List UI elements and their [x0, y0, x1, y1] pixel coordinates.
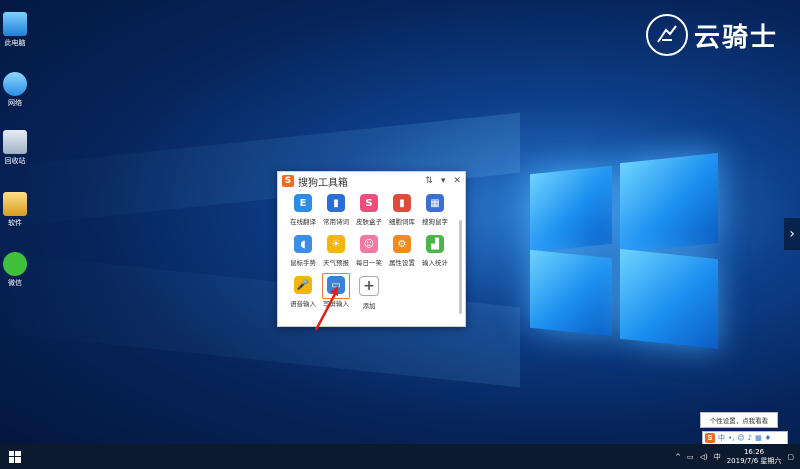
desktop-icon-label: 软件 — [8, 219, 22, 227]
bar-chart-icon: ▟ — [426, 235, 444, 253]
voice-icon[interactable]: ♪ — [748, 434, 752, 442]
toolbox-titlebar: S 搜狗工具箱 ⇅ ▾ ✕ — [278, 172, 465, 190]
calendar-icon: ▦ — [426, 194, 444, 212]
watermark-text: 云骑士 — [694, 22, 779, 53]
tool-book[interactable]: ▮ 常用诗词 — [319, 194, 353, 226]
computer-icon — [3, 12, 27, 36]
tool-calendar[interactable]: ▦ 搜狗鼠字 — [418, 194, 452, 226]
start-button[interactable] — [0, 444, 30, 469]
tool-dictionary[interactable]: ▮ 细胞词库 — [385, 194, 419, 226]
tool-label: 每日一笑 — [356, 259, 382, 267]
watermark-logo: 云骑士 — [646, 14, 778, 56]
skin-shirt-icon: S — [360, 194, 378, 212]
tool-label: 搜狗鼠字 — [422, 218, 448, 226]
desktop-icon-label: 网络 — [8, 99, 22, 107]
tool-sun[interactable]: ☀ 天气预报 — [319, 235, 353, 267]
desktop-icon-label: 回收站 — [4, 157, 26, 165]
scrollbar[interactable] — [459, 220, 462, 314]
translate-icon: E — [294, 194, 312, 212]
clock[interactable]: 16:26 2019/7/6 星期六 — [727, 448, 782, 466]
desktop-icon-label: 此电脑 — [4, 39, 26, 47]
desktop-icon-computer[interactable]: 此电脑 — [0, 12, 30, 48]
tool-translate[interactable]: E 在线翻译 — [286, 194, 320, 226]
chevron-right-icon[interactable]: › — [784, 218, 800, 250]
tool-skin-shirt[interactable]: S 皮肤盒子 — [352, 194, 386, 226]
ime-tray-label[interactable]: 中 — [714, 452, 721, 462]
gear-icon: ⚙ — [393, 235, 411, 253]
tool-label: 在线翻译 — [290, 218, 316, 226]
desktop-icon-software[interactable]: 软件 — [0, 192, 30, 228]
add-icon: + — [359, 276, 379, 296]
tool-label: 属性设置 — [389, 259, 415, 267]
wechat-icon — [3, 252, 27, 276]
punctuation-icon[interactable]: •, — [728, 434, 734, 442]
clock-time: 16:26 — [743, 447, 765, 456]
tool-label: 细胞词库 — [389, 218, 415, 226]
tool-label: 天气预报 — [323, 259, 349, 267]
tool-label: 输入统计 — [422, 259, 448, 267]
emoji-icon[interactable]: ☺ — [737, 434, 744, 442]
taskbar: ^ ▭ ◁) 中 16:26 2019/7/6 星期六 ▢ — [0, 444, 800, 469]
keyboard-icon[interactable]: ▦ — [755, 434, 762, 442]
chevron-up-icon[interactable]: ^ — [675, 453, 681, 461]
skin-icon[interactable]: ♦ — [765, 434, 771, 442]
sogou-logo-icon: S — [282, 175, 294, 187]
ime-status-bar[interactable]: S 中 •, ☺ ♪ ▦ ♦ — [702, 431, 788, 445]
tool-label: 常用诗词 — [323, 218, 349, 226]
toolbox-title: 搜狗工具箱 — [298, 177, 348, 189]
pin-icon[interactable]: ⇅ — [425, 176, 433, 186]
desktop-icon-recycle-bin[interactable]: 回收站 — [0, 130, 30, 166]
system-tray: ^ ▭ ◁) 中 16:26 2019/7/6 星期六 ▢ — [675, 448, 800, 466]
book-icon: ▮ — [327, 194, 345, 212]
desktop-icon-network[interactable]: 网络 — [0, 72, 30, 108]
folder-icon — [3, 192, 27, 216]
red-arrow-annotation — [314, 286, 338, 331]
ime-tooltip: 个性设置，点我看看 — [700, 412, 778, 428]
tool-gear[interactable]: ⚙ 属性设置 — [385, 235, 419, 267]
sogou-toolbox-window: S 搜狗工具箱 ⇅ ▾ ✕ E 在线翻译 ▮ 常用诗词 S 皮肤盒子 ▮ 细胞词库 ▦ 搜狗鼠字 ◖… — [277, 171, 466, 327]
tool-label: 鼠标手势 — [290, 259, 316, 267]
network-icon — [3, 72, 27, 96]
volume-icon[interactable]: ◁) — [700, 453, 708, 461]
sun-icon: ☀ — [327, 235, 345, 253]
desktop-icon-label: 微信 — [8, 279, 22, 287]
clock-date: 2019/7/6 星期六 — [726, 456, 782, 465]
tool-add[interactable]: + 添加 — [352, 276, 386, 310]
smile-icon: ☺ — [360, 235, 378, 253]
tool-smile[interactable]: ☺ 每日一笑 — [352, 235, 386, 267]
tool-label: 添加 — [362, 302, 376, 310]
notification-icon[interactable]: ▢ — [787, 453, 794, 461]
microphone-icon: 🎤 — [294, 276, 312, 294]
ime-mode-label[interactable]: 中 — [718, 433, 725, 443]
windows-start-icon — [9, 450, 21, 463]
close-icon[interactable]: ✕ — [453, 176, 461, 186]
desktop-icon-wechat[interactable]: 微信 — [0, 252, 30, 288]
knight-icon — [646, 14, 688, 56]
dictionary-icon: ▮ — [393, 194, 411, 212]
recycle-bin-icon — [3, 130, 27, 154]
tool-mouse[interactable]: ◖ 鼠标手势 — [286, 235, 320, 267]
tool-label: 皮肤盒子 — [356, 218, 382, 226]
network-tray-icon[interactable]: ▭ — [687, 453, 694, 461]
dropdown-icon[interactable]: ▾ — [441, 176, 446, 186]
tool-bar-chart[interactable]: ▟ 输入统计 — [418, 235, 452, 267]
windows-logo-wallpaper — [530, 150, 720, 350]
sogou-ime-icon[interactable]: S — [705, 433, 715, 443]
tool-label: 语音输入 — [290, 300, 316, 308]
mouse-icon: ◖ — [294, 235, 312, 253]
